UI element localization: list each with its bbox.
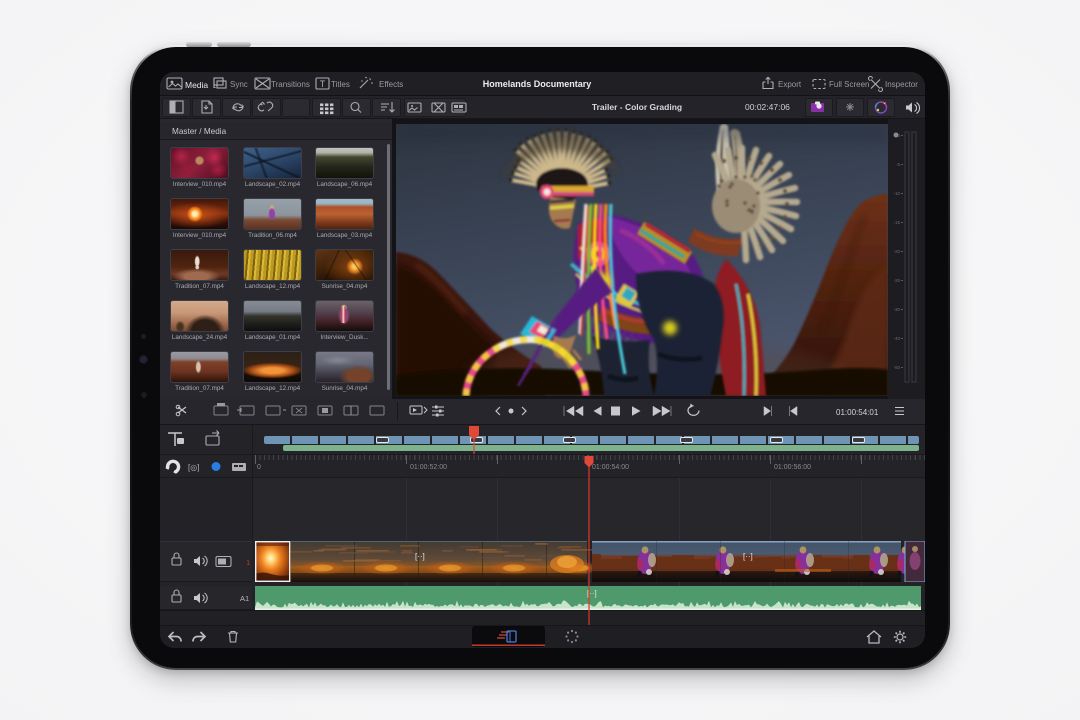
svg-text:[◎]: [◎]	[188, 463, 199, 472]
svg-text:-50: -50	[893, 365, 900, 370]
svg-text:-40: -40	[893, 336, 900, 341]
svg-text:[··]: [··]	[415, 552, 425, 561]
svg-text:-25: -25	[893, 278, 900, 283]
svg-text:-10: -10	[893, 191, 900, 196]
svg-text:-5: -5	[896, 162, 900, 167]
svg-text:T: T	[320, 79, 326, 89]
svg-text:-15: -15	[893, 220, 900, 225]
svg-text:-30: -30	[893, 307, 900, 312]
svg-text:A1: A1	[240, 594, 249, 603]
svg-text:-20: -20	[893, 249, 900, 254]
svg-text:1: 1	[246, 558, 250, 567]
svg-text:[··]: [··]	[743, 552, 753, 561]
